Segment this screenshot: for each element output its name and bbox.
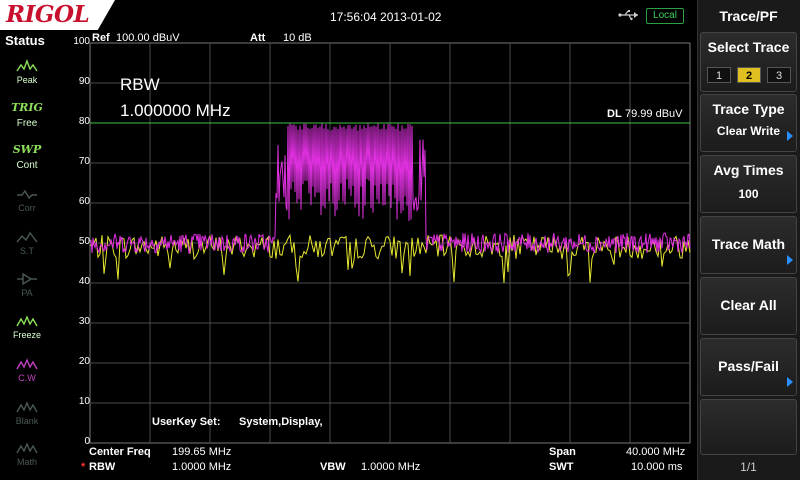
y-tick-label: 40: [78, 276, 90, 287]
pass-fail-label: Pass/Fail: [718, 358, 779, 374]
avg-times-label: Avg Times: [713, 162, 784, 178]
trace-math-label: Trace Math: [711, 236, 786, 252]
trace-2-option[interactable]: 2: [737, 67, 761, 83]
attenuation-value: 10 dB: [283, 32, 312, 44]
clear-all-button[interactable]: Clear All: [700, 277, 797, 335]
span-label: Span: [549, 446, 576, 458]
pass-fail-button[interactable]: Pass/Fail: [700, 338, 797, 396]
y-tick-label: 70: [78, 156, 90, 167]
vbw-value: 1.0000 MHz: [361, 461, 421, 473]
trace-3-option[interactable]: 3: [767, 67, 791, 83]
submenu-arrow-icon: [787, 377, 793, 387]
rbw-value: 1.0000 MHz: [172, 461, 232, 473]
trace-type-value: Clear Write: [716, 124, 781, 138]
y-tick-label: 20: [78, 356, 90, 367]
display-line-value: 79.99 dBuV: [625, 108, 683, 120]
menu-page-indicator: 1/1: [740, 460, 757, 474]
ref-level-value: 100.00 dBuV: [116, 32, 180, 44]
clear-all-label: Clear All: [720, 297, 777, 313]
y-tick-label: 10: [78, 396, 90, 407]
y-tick-label: 30: [78, 316, 90, 327]
userkey-label: UserKey Set:: [152, 416, 221, 428]
trace-1-option[interactable]: 1: [707, 67, 731, 83]
select-trace-button[interactable]: Select Trace 1 2 3: [700, 32, 797, 92]
avg-times-value: 100: [738, 187, 759, 201]
y-tick-label: 60: [78, 196, 90, 207]
y-tick-label: 0: [84, 436, 90, 447]
ref-level-label: Ref: [92, 32, 110, 44]
avg-times-button[interactable]: Avg Times 100: [700, 155, 797, 213]
submenu-arrow-icon: [787, 255, 793, 265]
span-value: 40.000 MHz: [626, 446, 686, 458]
swt-value: 10.000 ms: [631, 461, 683, 473]
vbw-label: VBW: [320, 461, 346, 473]
center-freq-value: 199.65 MHz: [172, 446, 232, 458]
trace-type-label: Trace Type: [712, 101, 785, 117]
y-tick-label: 100: [73, 36, 90, 47]
swt-label: SWT: [549, 461, 574, 473]
rbw-label: RBW: [89, 461, 116, 473]
empty-softkey[interactable]: [700, 399, 797, 455]
rbw-manual-flag: *: [81, 461, 86, 473]
trace-type-button[interactable]: Trace Type Clear Write: [700, 94, 797, 152]
y-tick-label: 90: [78, 76, 90, 87]
rbw-readout: 1.000000 MHz: [120, 101, 231, 120]
submenu-arrow-icon: [787, 131, 793, 141]
userkey-value: System,Display,: [239, 416, 323, 428]
menu-title: Trace/PF: [719, 8, 778, 24]
select-trace-label: Select Trace: [707, 39, 790, 55]
trace-math-button[interactable]: Trace Math: [700, 216, 797, 274]
y-tick-label: 50: [78, 236, 90, 247]
display-line-label: DL: [607, 108, 622, 120]
spectrum-graph[interactable]: [0, 0, 697, 480]
y-tick-label: 80: [78, 116, 90, 127]
rbw-title: RBW: [120, 75, 160, 94]
center-freq-label: Center Freq: [89, 446, 151, 458]
attenuation-label: Att: [250, 32, 266, 44]
